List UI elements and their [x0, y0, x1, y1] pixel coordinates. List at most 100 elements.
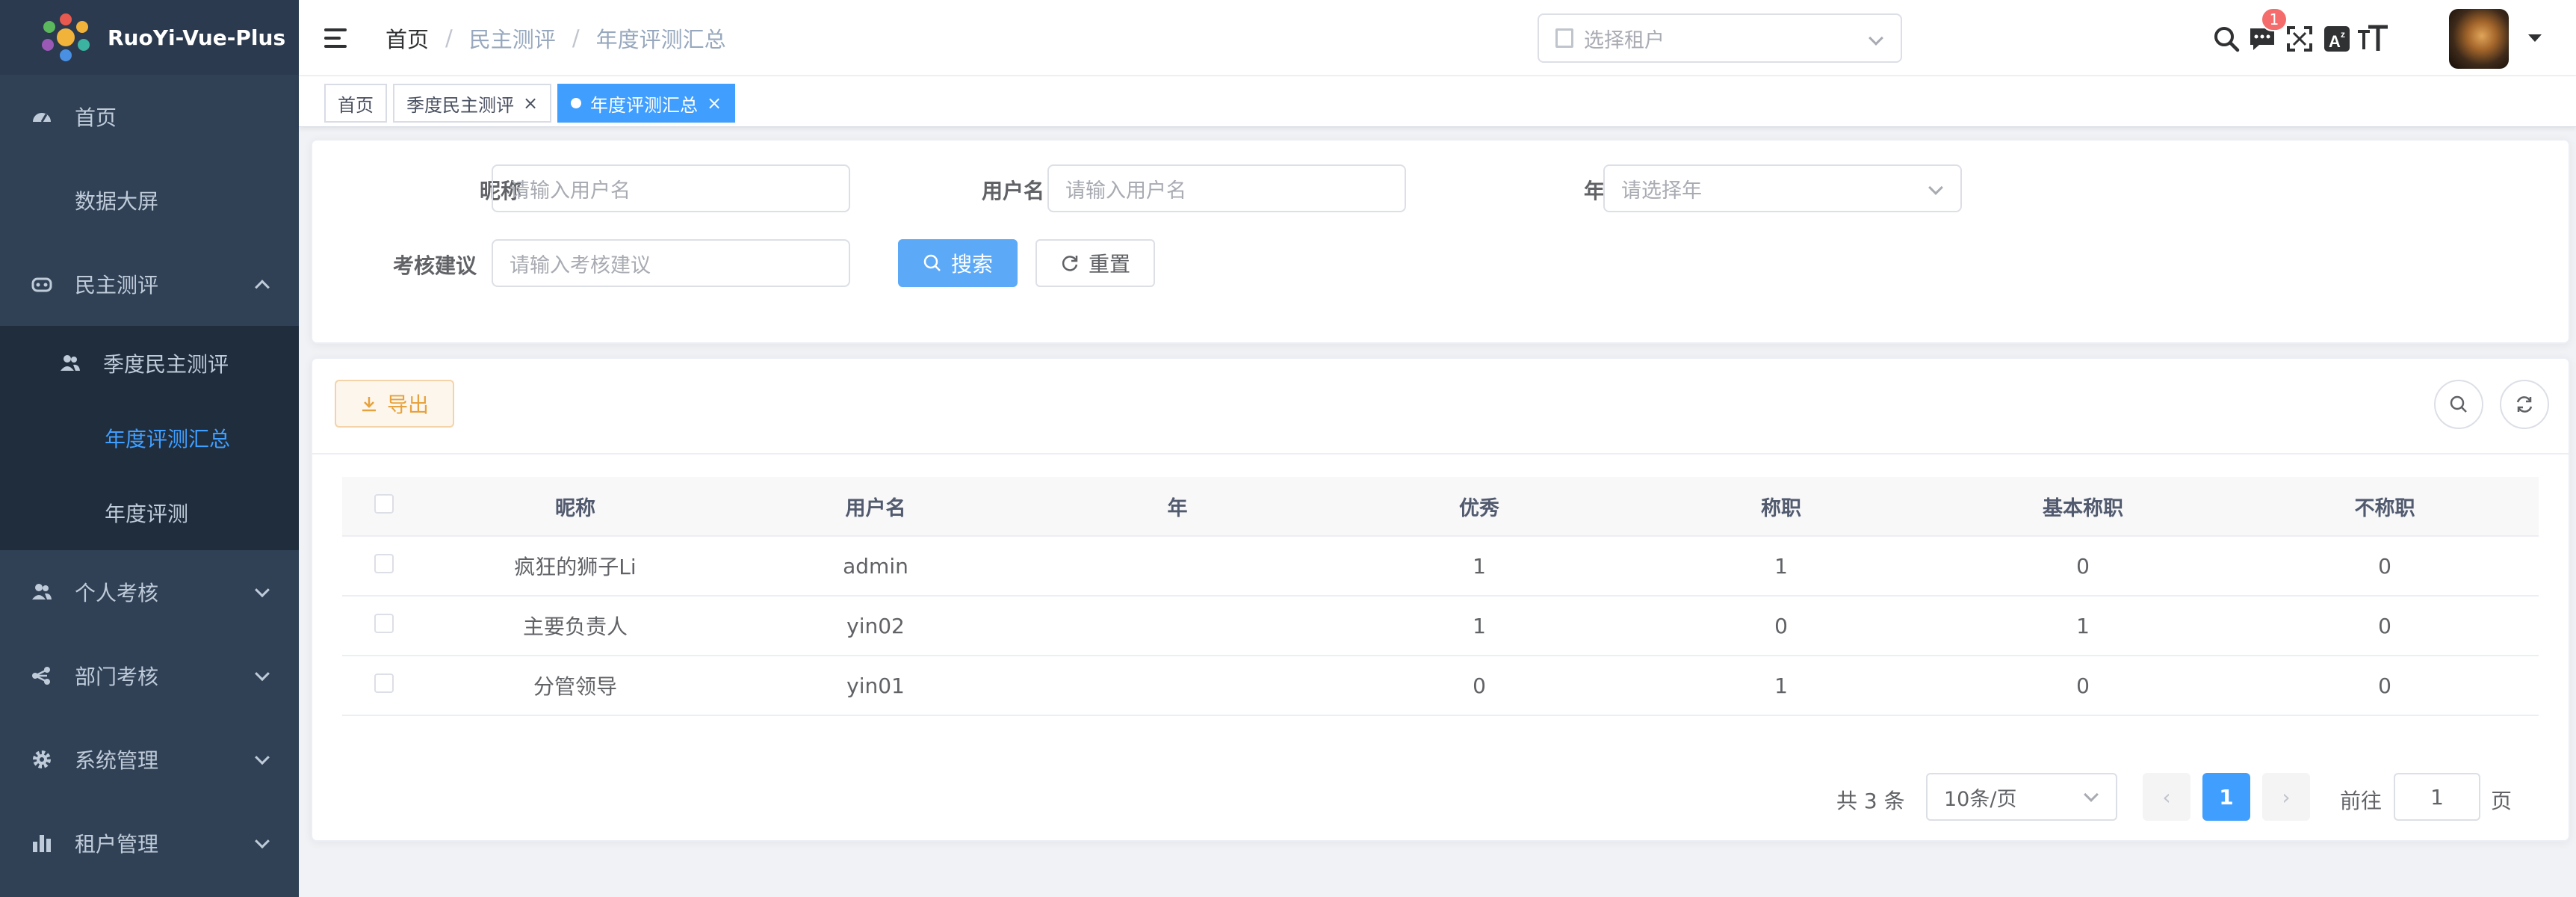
svg-text:A: A	[2329, 32, 2341, 51]
chevron-down-icon	[255, 833, 270, 849]
pagination-total: 共 3 条	[1836, 789, 1905, 813]
cell-competent: 1	[1774, 553, 1788, 579]
chevron-down-icon	[1868, 31, 1883, 46]
gear-icon	[30, 748, 54, 771]
sidebar-item-department-assessment[interactable]: 部门考核	[0, 634, 299, 718]
year-select[interactable]: 请选择年	[1603, 164, 1962, 212]
building-icon	[1555, 28, 1573, 48]
table-card: 导出 昵称 用户名 年 优秀 称职 基本称职 不称职 疯狂的狮子Li admin…	[311, 357, 2570, 842]
goto-page-input[interactable]: 1	[2394, 773, 2480, 821]
sidebar-item-evaluation[interactable]: 民主测评	[0, 242, 299, 326]
goto-label: 前往	[2340, 789, 2383, 813]
advice-label: 考核建议	[392, 253, 477, 278]
column-header: 昵称	[555, 496, 595, 520]
chevron-up-icon	[255, 280, 270, 295]
cell-nickname: 分管领导	[533, 674, 617, 699]
tag-annual-summary[interactable]: 年度评测汇总 ×	[557, 84, 736, 123]
column-header: 用户名	[845, 496, 906, 520]
table-row: 分管领导 yin01 0 1 0 0	[342, 656, 2539, 716]
reset-button[interactable]: 重置	[1035, 239, 1155, 287]
next-page-button[interactable]: ›	[2262, 773, 2310, 821]
breadcrumb-home[interactable]: 首页	[386, 22, 429, 54]
export-button[interactable]: 导出	[335, 380, 454, 428]
row-checkbox[interactable]	[374, 673, 394, 693]
refresh-icon	[2516, 396, 2533, 413]
page-number-current[interactable]: 1	[2202, 773, 2250, 821]
download-icon	[362, 397, 376, 412]
tag-quarterly-evaluation[interactable]: 季度民主测评 ×	[393, 84, 552, 123]
refresh-table-button[interactable]	[2500, 380, 2549, 429]
sidebar-item-system-management[interactable]: 系统管理	[0, 718, 299, 801]
cell-incompetent: 0	[2378, 553, 2391, 579]
search-icon[interactable]	[2210, 22, 2243, 55]
advice-input[interactable]: 请输入考核建议	[492, 239, 850, 287]
fullscreen-icon[interactable]	[2283, 22, 2316, 55]
close-icon[interactable]: ×	[707, 93, 722, 114]
breadcrumb: 首页 / 民主测评 / 年度评测汇总	[386, 22, 726, 54]
toggle-search-button[interactable]	[2434, 380, 2483, 429]
font-size-icon[interactable]	[2356, 22, 2389, 55]
active-dot-icon	[571, 98, 581, 108]
cell-nickname: 疯狂的狮子Li	[514, 555, 637, 579]
row-checkbox[interactable]	[374, 553, 394, 573]
sidebar-item-quarterly-evaluation[interactable]: 季度民主测评	[0, 326, 299, 401]
chevron-right-icon: ›	[2282, 784, 2291, 810]
cell-competent: 1	[1774, 673, 1788, 698]
sidebar-item-data-screen[interactable]: 数据大屏	[0, 158, 299, 242]
sidebar-item-annual-evaluation[interactable]: 年度评测	[0, 475, 299, 550]
chevron-down-icon	[255, 750, 270, 765]
cell-excellent: 1	[1473, 613, 1486, 638]
hamburger-icon[interactable]	[324, 23, 354, 53]
nickname-input[interactable]: 请输入用户名	[492, 164, 850, 212]
chevron-left-icon: ‹	[2162, 784, 2171, 810]
column-header: 优秀	[1459, 496, 1499, 520]
tags-view: 首页 季度民主测评 × 年度评测汇总 ×	[299, 76, 2576, 127]
username-input[interactable]: 请输入用户名	[1047, 164, 1406, 212]
logo-icon	[42, 13, 90, 61]
tree-icon	[30, 664, 54, 688]
table-row: 疯狂的狮子Li admin 1 1 0 0	[342, 537, 2539, 597]
cell-basically-competent: 1	[2076, 613, 2090, 638]
cell-username: yin02	[846, 613, 905, 638]
tag-label: 季度民主测评	[406, 94, 514, 116]
tag-home[interactable]: 首页	[324, 84, 387, 123]
sidebar-item-annual-summary[interactable]: 年度评测汇总	[0, 401, 299, 475]
chevron-down-icon	[2084, 787, 2099, 802]
select-all-checkbox[interactable]	[374, 493, 394, 514]
submenu-evaluation: 季度民主测评 年度评测汇总 年度评测	[0, 326, 299, 550]
sidebar-item-tenant-management[interactable]: 租户管理	[0, 801, 299, 885]
navbar: 首页 / 民主测评 / 年度评测汇总 选择租户 1 Az	[299, 0, 2576, 76]
row-checkbox[interactable]	[374, 613, 394, 633]
chevron-down-icon	[1928, 180, 1943, 195]
column-header: 不称职	[2354, 496, 2415, 520]
chevron-down-icon	[255, 666, 270, 682]
sidebar-item-label: 民主测评	[75, 273, 159, 298]
sidebar-item-home[interactable]: 首页	[0, 75, 299, 158]
year-label: 年	[1583, 179, 1605, 203]
caret-down-icon[interactable]	[2528, 34, 2542, 42]
table-row: 主要负责人 yin02 1 0 1 0	[342, 597, 2539, 656]
page-suffix: 页	[2491, 789, 2512, 813]
breadcrumb-evaluation: 民主测评	[468, 26, 556, 52]
dashboard-icon	[30, 105, 54, 129]
logo[interactable]: RuoYi-Vue-Plus	[0, 0, 299, 75]
search-button[interactable]: 搜索	[898, 239, 1018, 287]
sidebar: RuoYi-Vue-Plus 首页 数据大屏 民主测评 季度民主测评 年度评测汇…	[0, 0, 299, 897]
language-icon[interactable]: Az	[2320, 22, 2353, 55]
divider	[312, 453, 2569, 454]
sidebar-item-label: 年度评测汇总	[105, 427, 231, 451]
cell-excellent: 0	[1473, 673, 1486, 698]
avatar[interactable]	[2449, 9, 2509, 69]
prev-page-button[interactable]: ‹	[2143, 773, 2190, 821]
sidebar-item-label: 数据大屏	[75, 189, 159, 214]
sidebar-item-personal-assessment[interactable]: 个人考核	[0, 550, 299, 634]
sidebar-item-label: 部门考核	[75, 665, 159, 689]
cell-excellent: 1	[1473, 553, 1486, 579]
page-size-select[interactable]: 10条/页	[1926, 773, 2117, 821]
cell-username: admin	[843, 553, 908, 579]
sidebar-item-label: 系统管理	[75, 748, 159, 773]
data-table: 昵称 用户名 年 优秀 称职 基本称职 不称职 疯狂的狮子Li admin 1 …	[342, 477, 2539, 716]
tenant-select[interactable]: 选择租户	[1538, 13, 1902, 63]
tenant-placeholder: 选择租户	[1584, 28, 1665, 52]
close-icon[interactable]: ×	[523, 93, 538, 114]
